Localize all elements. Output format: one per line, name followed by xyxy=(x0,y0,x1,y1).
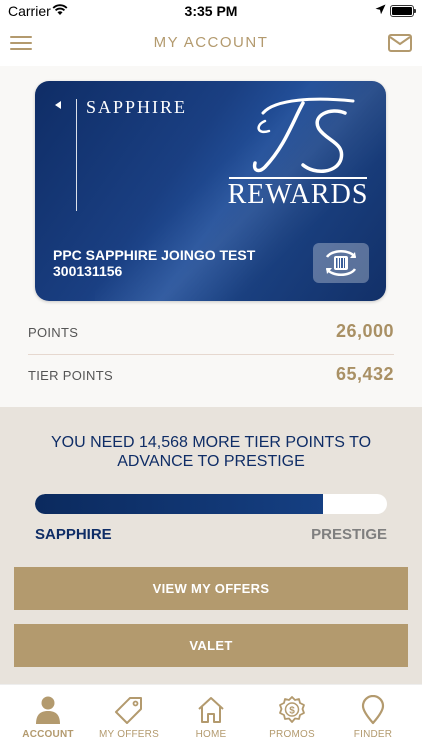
mail-icon[interactable] xyxy=(388,32,412,54)
tab-account-label: ACCOUNT xyxy=(22,729,74,740)
valet-button[interactable]: VALET xyxy=(14,624,408,667)
tab-promos-label: PROMOS xyxy=(269,729,315,740)
card-tier-name: SAPPHIRE xyxy=(86,97,188,117)
view-my-offers-button[interactable]: VIEW MY OFFERS xyxy=(14,567,408,610)
location-arrow-icon xyxy=(375,4,386,15)
barcode-rotate-icon xyxy=(325,249,357,277)
tab-finder-label: FINDER xyxy=(353,729,393,740)
ts-monogram-logo-icon xyxy=(252,97,355,173)
tier-points-row: TIER POINTS 65,432 xyxy=(28,355,394,397)
tab-finder[interactable]: FINDER xyxy=(331,685,415,750)
tier-progress-bar xyxy=(35,494,387,514)
card-program-name: REWARDS xyxy=(227,179,369,210)
home-icon xyxy=(198,697,224,723)
battery-icon xyxy=(390,5,416,17)
clock: 3:35 PM xyxy=(184,3,238,19)
tier-points-label: TIER POINTS xyxy=(28,368,113,383)
status-bar: Carrier 3:35 PM xyxy=(0,0,422,22)
navigation-bar: MY ACCOUNT xyxy=(0,22,422,66)
tab-account[interactable]: ACCOUNT xyxy=(6,685,90,750)
rewards-card: SAPPHIRE REWARDS PPC SAPPHIRE JOINGO TES… xyxy=(35,81,386,301)
next-tier-label: PRESTIGE xyxy=(311,526,387,543)
svg-text:$: $ xyxy=(289,706,295,717)
tab-my-offers-label: MY OFFERS xyxy=(99,729,159,740)
card-arrow-icon xyxy=(55,101,61,109)
tab-bar: ACCOUNT MY OFFERS HOME $ PROMOS FINDER xyxy=(0,684,422,750)
tier-progress-fill xyxy=(35,494,323,514)
card-holder: PPC SAPPHIRE JOINGO TEST 300131156 xyxy=(53,247,255,279)
tier-progress-message: YOU NEED 14,568 MORE TIER POINTS TO ADVA… xyxy=(50,434,372,470)
person-icon xyxy=(36,696,60,724)
page-title: MY ACCOUNT xyxy=(153,34,269,51)
points-row: POINTS 26,000 xyxy=(28,312,394,354)
tier-points-value: 65,432 xyxy=(335,364,394,384)
card-account-number: 300131156 xyxy=(53,263,123,279)
promo-badge-icon: $ xyxy=(279,696,305,723)
tag-icon xyxy=(115,697,142,724)
card-holder-name: PPC SAPPHIRE JOINGO TEST xyxy=(53,247,256,263)
points-value: 26,000 xyxy=(335,321,394,341)
tier-progress-section: YOU NEED 14,568 MORE TIER POINTS TO ADVA… xyxy=(0,407,422,684)
current-tier-label: SAPPHIRE xyxy=(35,526,112,543)
tab-my-offers[interactable]: MY OFFERS xyxy=(87,685,171,750)
points-label: POINTS xyxy=(28,325,79,340)
tab-home-label: HOME xyxy=(195,729,227,740)
barcode-flip-button[interactable] xyxy=(313,243,369,283)
tab-home[interactable]: HOME xyxy=(169,685,253,750)
map-pin-icon xyxy=(361,695,385,725)
card-divider-line xyxy=(76,99,77,211)
tab-promos[interactable]: $ PROMOS xyxy=(250,685,334,750)
